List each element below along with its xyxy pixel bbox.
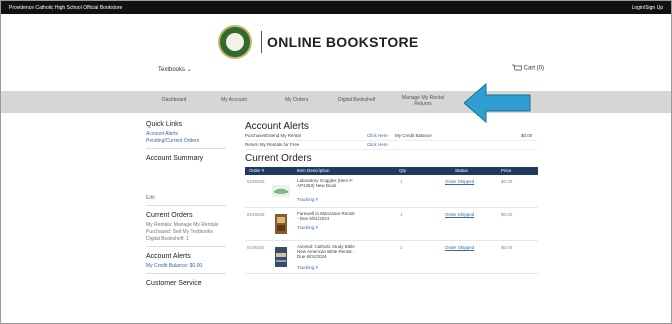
sidebar-link-account-alerts[interactable]: Account Alerts xyxy=(146,131,226,138)
main-content: Account Alerts Purchase/Extend My Rental… xyxy=(245,121,538,274)
browser-page: Providence Catholic High School Official… xyxy=(0,0,672,324)
nav-my-account[interactable]: My Account xyxy=(221,97,247,103)
table-row: 8199265 Laboratory Goggles (Item #: AP13… xyxy=(245,175,538,208)
site-logo[interactable]: ONLINE BOOKSTORE xyxy=(218,25,434,59)
customer-service-title: Customer Service xyxy=(146,280,202,287)
cart-icon xyxy=(512,64,522,71)
alert-action-link[interactable]: Click Here xyxy=(367,142,388,147)
main-nav: Dashboard My Account My Orders Digital B… xyxy=(1,91,671,113)
nav-dashboard[interactable]: Dashboard xyxy=(162,97,186,103)
credit-balance-link[interactable]: My Credit Balance: $0.00 xyxy=(146,263,226,270)
tracking-link[interactable]: Tracking # xyxy=(297,225,318,230)
orders-title: Current Orders xyxy=(245,153,312,164)
order-status-link[interactable]: Order Shipped xyxy=(445,212,474,217)
cart-link[interactable]: Cart (0) xyxy=(512,64,544,72)
quick-links-title: Quick Links xyxy=(146,121,183,128)
pointer-arrow xyxy=(464,82,531,124)
logo-emblem xyxy=(218,25,252,59)
textbooks-menu[interactable]: Textbooks ⌄ xyxy=(158,66,192,73)
alert-row: Return My Rentals for Free Click Here xyxy=(245,141,538,150)
top-bar: Providence Catholic High School Official… xyxy=(1,1,671,14)
current-orders-text: My Rentals: Manage My Rentals Purchased:… xyxy=(146,222,219,242)
chevron-down-icon: ⌄ xyxy=(186,67,192,73)
nav-my-orders[interactable]: My Orders xyxy=(285,97,308,103)
order-status-link[interactable]: Order Shipped xyxy=(445,245,474,250)
table-row: 8199265 Ascend: Catholic Study Bible New… xyxy=(245,241,538,274)
login-link[interactable]: Login/Sign Up xyxy=(632,5,663,11)
orders-table-header: Order # Item Description Qty Status Pric… xyxy=(245,167,538,175)
order-status-link[interactable]: Order Shipped xyxy=(445,179,474,184)
alert-row: Purchase/Extend My Rental Click Here My … xyxy=(245,132,538,141)
account-summary-edit[interactable]: Edit xyxy=(146,195,226,202)
logo-text: ONLINE BOOKSTORE xyxy=(267,34,419,50)
table-row: 8199265 Farewell to Manzanar Rental - Du… xyxy=(245,208,538,241)
nav-digital-bookshelf[interactable]: Digital Bookshelf xyxy=(338,97,375,103)
account-summary-title: Account Summary xyxy=(146,155,204,162)
alerts-title: Account Alerts xyxy=(245,121,309,132)
sidebar: Quick Links Account Alerts Pending/Curre… xyxy=(146,121,226,290)
nav-manage-rental-returns[interactable]: Manage My Rental Returns xyxy=(400,95,446,107)
account-alerts-title: Account Alerts xyxy=(146,253,191,260)
school-name: Providence Catholic High School Official… xyxy=(9,5,123,11)
book-cover-image xyxy=(275,214,287,234)
sidebar-link-pending-orders[interactable]: Pending/Current Orders xyxy=(146,138,226,145)
book-cover-image xyxy=(275,247,287,267)
tracking-link[interactable]: Tracking # xyxy=(297,197,318,202)
current-orders-title: Current Orders xyxy=(146,212,193,219)
goggles-image xyxy=(272,185,290,197)
tracking-link[interactable]: Tracking # xyxy=(297,265,318,270)
alert-action-link[interactable]: Click Here xyxy=(367,133,388,138)
